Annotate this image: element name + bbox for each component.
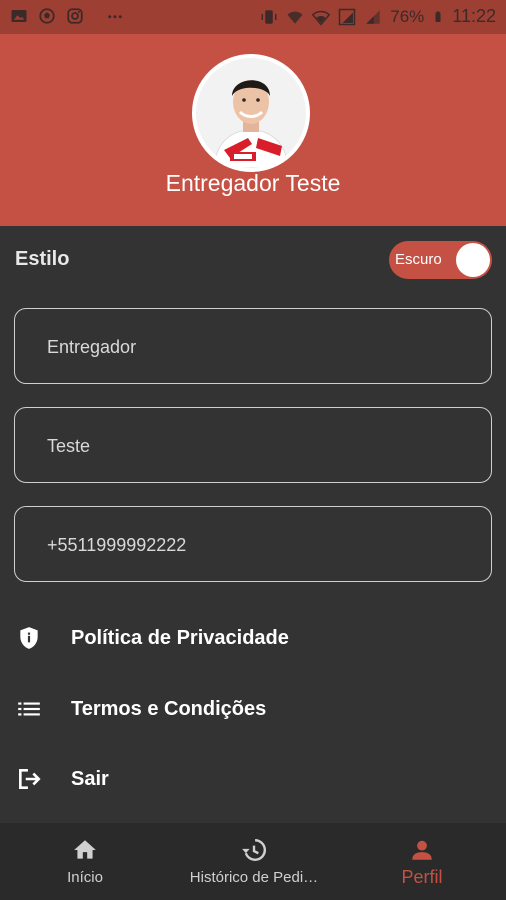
menu-item-terms[interactable]: Termos e Condições xyxy=(0,680,506,740)
person-icon xyxy=(412,840,432,860)
soccer-ball-icon xyxy=(39,8,55,24)
wifi-icon xyxy=(312,10,331,26)
avatar[interactable] xyxy=(192,54,310,172)
shield-icon xyxy=(20,627,38,649)
phone-field[interactable]: +5511999992222 xyxy=(14,506,492,582)
status-bar-left xyxy=(10,7,124,25)
status-bar: 76% 11:22 xyxy=(0,0,506,34)
battery-icon xyxy=(435,11,441,22)
menu-item-logout[interactable]: Sair xyxy=(0,750,506,810)
avatar-photo xyxy=(196,58,306,168)
nav-item-profile[interactable]: Perfil xyxy=(380,823,464,900)
privacy-policy-label: Política de Privacidade xyxy=(71,627,289,649)
phone-value: +5511999992222 xyxy=(47,535,187,555)
first-name-field[interactable]: Entregador xyxy=(14,308,492,384)
profile-name: Entregador Teste xyxy=(165,170,341,196)
nav-item-history[interactable]: Histórico de Pedi… xyxy=(176,823,332,900)
last-name-value: Teste xyxy=(47,436,91,456)
logout-label: Sair xyxy=(71,768,109,790)
style-label: Estilo xyxy=(15,248,70,270)
more-dots-icon xyxy=(108,15,122,19)
style-setting-row: Estilo Escuro xyxy=(0,226,506,296)
home-icon xyxy=(74,840,96,859)
nav-label-profile: Perfil xyxy=(401,867,443,887)
status-bar-right: 76% 11:22 xyxy=(260,6,496,27)
menu-item-privacy-policy[interactable]: Política de Privacidade xyxy=(0,609,506,669)
theme-toggle-label: Escuro xyxy=(395,251,442,268)
image-icon xyxy=(11,10,27,22)
terms-label: Termos e Condições xyxy=(71,698,267,720)
profile-header: Entregador Teste xyxy=(0,34,506,226)
history-icon xyxy=(242,839,266,861)
theme-toggle[interactable]: Escuro xyxy=(389,241,492,279)
vibrate-icon xyxy=(261,9,277,24)
signal-1-icon xyxy=(339,8,356,25)
first-name-value: Entregador xyxy=(47,337,137,357)
list-icon xyxy=(18,702,40,716)
signal-icon xyxy=(366,9,380,24)
nav-label-history: Histórico de Pedi… xyxy=(189,869,319,886)
bottom-nav: Início Histórico de Pedi… Perfil xyxy=(0,823,506,900)
battery-percent: 76% xyxy=(390,6,425,26)
clock: 11:22 xyxy=(452,6,496,26)
nav-item-home[interactable]: Início xyxy=(40,823,130,900)
vowifi-icon xyxy=(287,11,303,24)
toggle-knob xyxy=(456,243,490,277)
nav-label-home: Início xyxy=(67,869,103,886)
last-name-field[interactable]: Teste xyxy=(14,407,492,483)
logout-icon xyxy=(19,769,41,789)
instagram-icon xyxy=(67,8,83,24)
